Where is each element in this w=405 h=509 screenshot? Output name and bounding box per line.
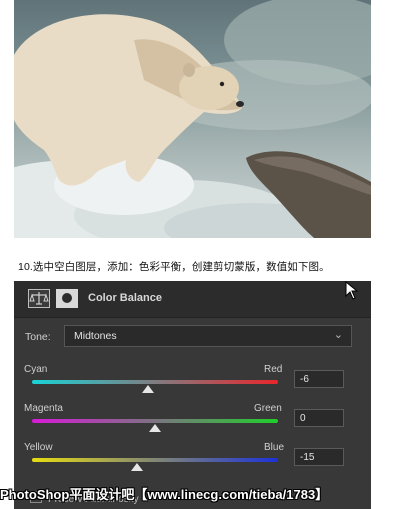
cursor-icon	[345, 281, 359, 300]
slider-yellow-label: Yellow	[24, 442, 53, 453]
cyan-red-slider-thumb[interactable]	[141, 385, 154, 393]
tone-dropdown[interactable]: Midtones ⌄	[64, 325, 352, 347]
panel-title: Color Balance	[88, 292, 162, 304]
yellow-blue-slider-thumb[interactable]	[130, 463, 143, 471]
yellow-blue-value-field[interactable]: -15	[294, 448, 344, 466]
mask-icon[interactable]	[56, 289, 78, 308]
slider-red-label: Red	[264, 364, 283, 375]
magenta-green-track[interactable]	[32, 419, 278, 423]
watermark-text: PhotoShop平面设计吧【www.linecg.com/tieba/1783…	[0, 487, 329, 502]
color-balance-panel: Color Balance Tone: Midtones ⌄ Cyan Red …	[14, 281, 371, 509]
chevron-down-icon: ⌄	[333, 329, 343, 341]
slider-green-label: Green	[254, 403, 282, 414]
slider-cyan-label: Cyan	[24, 364, 48, 375]
scale-icon[interactable]	[28, 289, 50, 308]
magenta-green-value-field[interactable]: 0	[294, 409, 344, 427]
panel-header: Color Balance	[14, 281, 371, 318]
magenta-green-slider-thumb[interactable]	[149, 424, 161, 432]
yellow-blue-track[interactable]	[32, 458, 278, 462]
polar-bear-photo	[14, 0, 371, 238]
slider-blue-label: Blue	[264, 442, 285, 453]
tone-value: Midtones	[74, 330, 117, 342]
slider-magenta-label: Magenta	[24, 403, 63, 414]
tone-label: Tone:	[25, 331, 51, 343]
cyan-red-value-field[interactable]: -6	[294, 370, 344, 388]
step-caption: 10.选中空白图层，添加：色彩平衡，创建剪切蒙版，数值如下图。	[18, 261, 330, 273]
cyan-red-track[interactable]	[32, 380, 278, 384]
polar-bear-scene	[14, 0, 371, 238]
